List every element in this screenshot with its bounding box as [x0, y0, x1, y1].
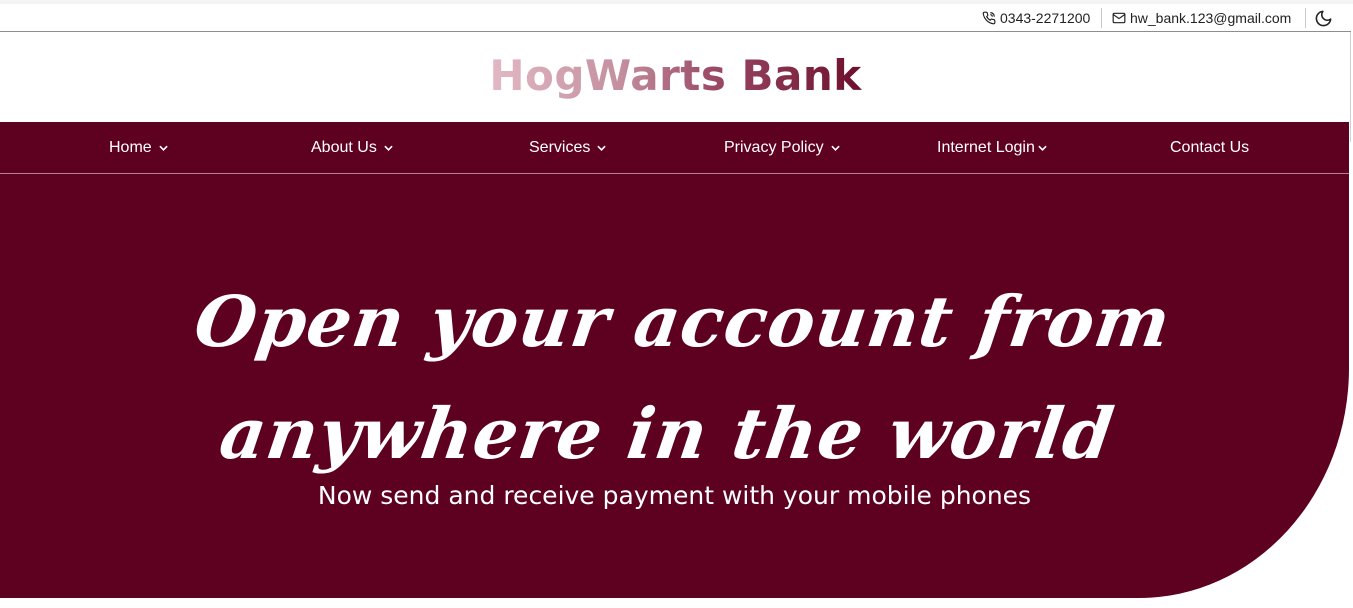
chevron-down-icon: [830, 145, 840, 151]
moon-icon[interactable]: [1314, 9, 1333, 28]
nav-item-contact-us[interactable]: Contact Us: [1170, 122, 1249, 173]
nav-item-privacy-policy[interactable]: Privacy Policy: [724, 122, 840, 173]
mail-icon: [1112, 11, 1126, 25]
nav-item-label: About Us: [311, 138, 377, 156]
chevron-down-icon: [384, 145, 393, 151]
nav-item-label: Home: [109, 138, 152, 156]
main-navbar: Home About Us Services Privacy Policy In…: [0, 122, 1349, 174]
nav-item-services[interactable]: Services: [529, 122, 607, 173]
chevron-down-icon: [159, 145, 168, 151]
nav-item-label: Contact Us: [1170, 138, 1250, 156]
nav-item-label: Services: [529, 138, 591, 156]
email-contact[interactable]: hw_bank.123@gmail.com: [1112, 8, 1291, 28]
hero-subheadline: Now send and receive payment with your m…: [317, 481, 1032, 510]
topbar-divider: [1101, 8, 1102, 28]
brand-header: HogWarts Bank: [0, 32, 1351, 122]
hero-headline: Open your account from anywhere in the w…: [189, 280, 1177, 475]
nav-item-about-us[interactable]: About Us: [311, 122, 393, 173]
contact-topbar: 0343-2271200 hw_bank.123@gmail.com: [0, 4, 1351, 32]
nav-item-home[interactable]: Home: [109, 122, 168, 173]
phone-icon: [982, 11, 996, 25]
nav-item-internet-login[interactable]: Internet Login: [937, 122, 1047, 173]
chevron-down-icon: [597, 145, 607, 151]
topbar-divider: [1305, 8, 1306, 28]
email-address: hw_bank.123@gmail.com: [1130, 10, 1292, 26]
site-title[interactable]: HogWarts Bank: [489, 51, 861, 100]
chevron-down-icon: [1038, 145, 1047, 151]
nav-item-label: Privacy Policy: [724, 138, 824, 156]
nav-item-label: Internet Login: [937, 138, 1035, 156]
phone-contact[interactable]: 0343-2271200: [982, 8, 1090, 28]
phone-number: 0343-2271200: [1000, 10, 1091, 26]
